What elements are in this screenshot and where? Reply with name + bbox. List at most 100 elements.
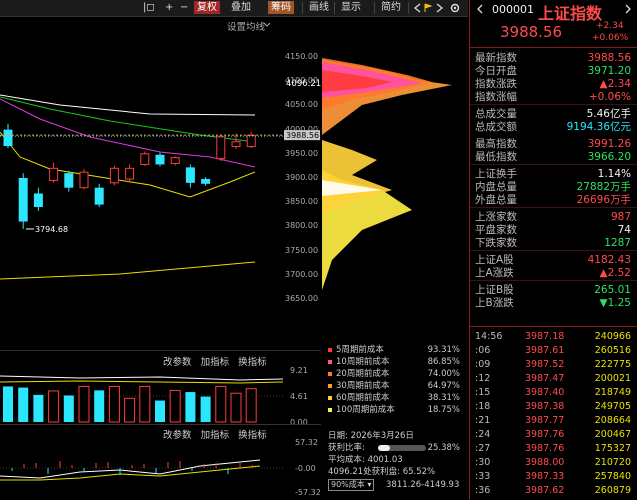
quote-row: 今日开盘 3971.20 bbox=[475, 65, 631, 77]
indicator-tick-label: -0.00 bbox=[295, 464, 316, 473]
prev-symbol-icon[interactable] bbox=[476, 4, 484, 14]
ma-line bbox=[0, 261, 256, 280]
quote-row: 总成交额 9194.36亿元 bbox=[475, 121, 631, 133]
toolbar-item-display[interactable]: 显示 bbox=[341, 1, 361, 14]
volume-bar bbox=[200, 396, 211, 422]
current-price: 3988.56 bbox=[500, 23, 563, 41]
flag-icon[interactable] bbox=[423, 3, 433, 13]
tick-row: :36 3987.62 260879 bbox=[475, 485, 631, 496]
tick-row: :33 3987.33 257840 bbox=[475, 471, 631, 482]
hover-value-tag: 4096.21 bbox=[286, 79, 321, 89]
cost-range: 90%成本 ▾ 3811.26-4149.93 bbox=[328, 479, 464, 491]
profit-line: 4096.21处获利盘: 65.52% bbox=[328, 467, 436, 477]
toolbar-item-overlay[interactable]: 叠加 bbox=[231, 1, 251, 14]
volume-bar bbox=[63, 395, 74, 422]
volume-bar bbox=[124, 397, 136, 423]
tick-row: :15 3987.40 218749 bbox=[475, 387, 631, 398]
tick-row: :27 3987.76 175327 bbox=[475, 443, 631, 454]
cost-legend: 5周期前成本 93.31% 10周期前成本 86.85% 20周期前成本 74.00% 30… bbox=[322, 344, 468, 500]
cost-range-select[interactable]: 90%成本 ▾ bbox=[328, 479, 375, 491]
cost-row: 5周期前成本 93.31% bbox=[328, 344, 464, 356]
indicator-tick-label: 57.32 bbox=[295, 438, 318, 447]
quote-row: 最低指数 3966.20 bbox=[475, 151, 631, 163]
candle bbox=[33, 187, 43, 211]
chart-toolbar: |◻ + − 复权 叠加 筹码 画线 显示 简约 bbox=[0, 0, 468, 17]
profit-ratio: 获利比率: 25.38% bbox=[328, 443, 460, 453]
candle bbox=[231, 133, 241, 149]
quote-row: 最新指数 3988.56 bbox=[475, 52, 631, 64]
quote-row: 上证A股 4182.43 bbox=[475, 254, 631, 266]
tick-row: :24 3987.76 200467 bbox=[475, 429, 631, 440]
volume-bar bbox=[245, 388, 257, 423]
quote-row: 指数涨幅 +0.06% bbox=[475, 91, 631, 103]
cost-row: 30周期前成本 64.97% bbox=[328, 380, 464, 392]
profit-bar bbox=[378, 445, 426, 451]
volume-plot: 9.214.610.00 bbox=[0, 366, 308, 426]
volume-tick-label: 9.21 bbox=[290, 366, 308, 375]
volume-bar bbox=[3, 386, 13, 422]
quote-row: 外盘总量 26696万手 bbox=[475, 194, 631, 206]
cost-date: 日期: 2026年3月26日 bbox=[328, 431, 414, 441]
candle bbox=[64, 170, 74, 192]
volume-bar bbox=[94, 390, 105, 422]
volume-bar bbox=[108, 385, 120, 423]
quote-row: 上A涨跌 ▲2.52 bbox=[475, 267, 631, 279]
volume-bar bbox=[33, 394, 44, 422]
forward-arrow-icon[interactable] bbox=[435, 3, 445, 13]
candle bbox=[185, 164, 195, 188]
cost-row: 10周期前成本 86.85% bbox=[328, 356, 464, 368]
cost-row: 20周期前成本 74.00% bbox=[328, 368, 464, 380]
candle bbox=[3, 123, 13, 148]
quote-panel: 000001 上证指数 3988.56 +2.34 +0.06% 最新指数 398… bbox=[469, 0, 637, 500]
quote-row: 上证换手 1.14% bbox=[475, 168, 631, 180]
quote-row: 上涨家数 987 bbox=[475, 211, 631, 223]
volume-bar bbox=[78, 385, 90, 423]
volume-bar bbox=[155, 400, 165, 422]
symbol-code: 000001 bbox=[492, 3, 534, 16]
candle bbox=[125, 164, 135, 182]
back-arrow-icon[interactable] bbox=[412, 3, 422, 13]
quote-row: 总成交量 5.46亿手 bbox=[475, 108, 631, 120]
ma-line bbox=[0, 94, 256, 116]
indicator-tick-label: -57.32 bbox=[295, 488, 321, 497]
candle bbox=[201, 177, 211, 186]
toolbar-item-simple[interactable]: 简约 bbox=[381, 1, 401, 14]
quote-row: 上B涨跌 ▼1.25 bbox=[475, 297, 631, 309]
indicator-line bbox=[0, 459, 261, 479]
volume-bar bbox=[48, 390, 60, 423]
toolbar-item-zoom-out[interactable]: − bbox=[180, 1, 188, 14]
next-symbol-icon[interactable] bbox=[624, 4, 632, 14]
tick-row: :21 3987.77 208664 bbox=[475, 415, 631, 426]
candle bbox=[49, 162, 59, 183]
kline-plot: 4096.21 3988.56 3794.68 bbox=[0, 79, 321, 280]
kline-chart[interactable]: 设置均线 4150.00 4100.00 4050.00 4000.00 3950.00… bbox=[0, 17, 321, 350]
quote-row: 最高指数 3991.26 bbox=[475, 138, 631, 150]
toolbar-item-chips[interactable]: 筹码 bbox=[268, 1, 294, 14]
svg-text:3988.56: 3988.56 bbox=[286, 131, 319, 140]
price-change: +2.34 bbox=[596, 21, 624, 31]
volume-ma-line bbox=[0, 375, 284, 381]
tick-row: :18 3987.38 249705 bbox=[475, 401, 631, 412]
toolbar-item-panel[interactable]: |◻ bbox=[143, 1, 155, 14]
quote-row: 下跌家数 1287 bbox=[475, 237, 631, 249]
volume-bar bbox=[169, 389, 181, 423]
indicator-plot: 57.32 -0.00 -57.32 bbox=[0, 438, 321, 497]
quote-row: 上证B股 265.01 bbox=[475, 284, 631, 296]
gear-icon[interactable] bbox=[449, 2, 461, 14]
candle bbox=[246, 132, 256, 148]
toolbar-item-adjust[interactable]: 复权 bbox=[194, 1, 220, 14]
candle bbox=[140, 151, 150, 166]
candle bbox=[94, 183, 104, 208]
tick-row: :06 3987.61 260516 bbox=[475, 345, 631, 356]
volume-bar bbox=[215, 385, 227, 423]
volume-bar bbox=[139, 385, 151, 423]
average-cost: 平均成本: 4001.03 bbox=[328, 455, 403, 465]
tick-row: 14:56 3987.18 240966 bbox=[475, 331, 631, 342]
toolbar-item-zoom-in[interactable]: + bbox=[165, 1, 173, 14]
cost-row: 60周期前成本 38.31% bbox=[328, 392, 464, 404]
tick-row: :12 3987.47 200021 bbox=[475, 373, 631, 384]
volume-tick-label: 4.61 bbox=[290, 392, 308, 401]
toolbar-item-drawline[interactable]: 画线 bbox=[309, 1, 329, 14]
candle bbox=[170, 156, 180, 166]
volume-bar bbox=[185, 392, 196, 422]
